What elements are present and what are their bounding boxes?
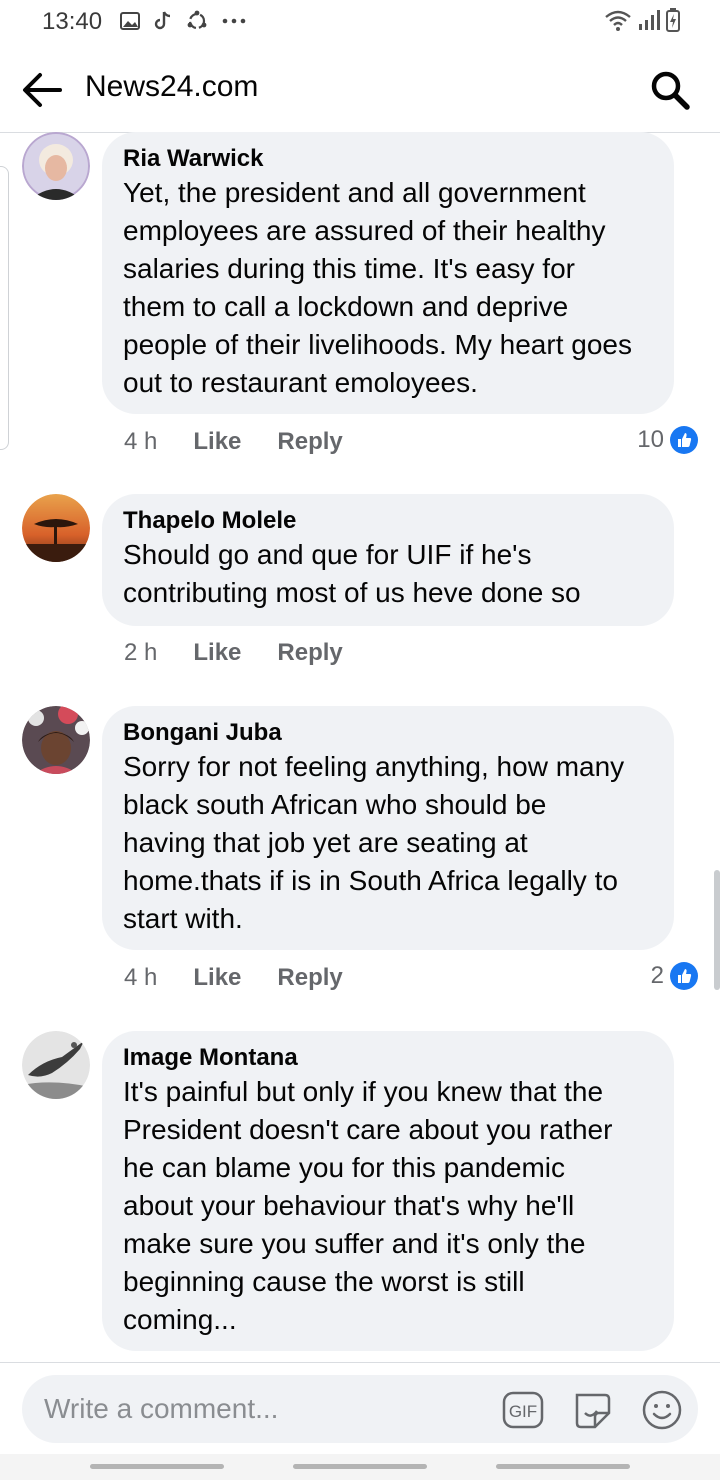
comment-actions: 4 h Like Reply [124, 428, 343, 456]
avatar[interactable] [22, 706, 90, 774]
more-dots-icon [222, 18, 246, 24]
thumbs-up-icon [670, 962, 698, 990]
search-icon[interactable] [648, 68, 692, 112]
nav-home[interactable] [293, 1464, 427, 1469]
avatar[interactable] [22, 132, 90, 200]
reaction-count-value: 10 [637, 426, 664, 453]
comment-bubble[interactable]: Ria Warwick Yet, the president and all g… [102, 132, 674, 414]
gallery-icon [120, 12, 140, 30]
comment-bubble[interactable]: Bongani Juba Sorry for not feeling anyth… [102, 706, 674, 950]
battery-icon [666, 8, 680, 32]
status-bar: 13:40 [0, 0, 720, 44]
system-nav-bar [0, 1454, 720, 1480]
comment-time: 4 h [124, 964, 158, 991]
comment-author[interactable]: Thapelo Molele [123, 506, 654, 536]
comment-input-placeholder: Write a comment... [44, 1393, 279, 1424]
comment-author[interactable]: Bongani Juba [123, 718, 654, 748]
avatar[interactable] [22, 1031, 90, 1099]
comment-text: Yet, the president and all government em… [123, 177, 632, 398]
comment-input[interactable]: Write a comment... GIF [22, 1375, 698, 1443]
sync-icon [187, 10, 207, 30]
signal-icon [639, 10, 660, 30]
gif-icon[interactable]: GIF [502, 1389, 544, 1431]
reaction-count[interactable]: 2 [651, 962, 698, 990]
comment-time: 4 h [124, 428, 158, 455]
reply-button[interactable]: Reply [277, 639, 342, 667]
comment-text: Should go and que for UIF if he's contri… [123, 539, 581, 608]
tiktok-icon [154, 11, 171, 30]
svg-text:GIF: GIF [509, 1402, 537, 1421]
avatar[interactable] [22, 494, 90, 562]
nav-recents[interactable] [90, 1464, 224, 1469]
reaction-count[interactable]: 10 [637, 426, 698, 454]
reply-button[interactable]: Reply [277, 428, 342, 456]
thread-line [0, 166, 9, 450]
comment-author[interactable]: Image Montana [123, 1043, 654, 1073]
sticker-icon[interactable] [571, 1389, 613, 1431]
comment-time: 2 h [124, 639, 158, 666]
comment-bubble[interactable]: Image Montana It's painful but only if y… [102, 1031, 674, 1351]
like-button[interactable]: Like [193, 428, 241, 456]
nav-back[interactable] [496, 1464, 630, 1469]
reply-button[interactable]: Reply [277, 964, 342, 992]
like-button[interactable]: Like [193, 964, 241, 992]
comment-bubble[interactable]: Thapelo Molele Should go and que for UIF… [102, 494, 674, 626]
comment-text: It's painful but only if you knew that t… [123, 1076, 613, 1335]
app-bar: News24.com [0, 48, 720, 133]
comment-author[interactable]: Ria Warwick [123, 144, 654, 174]
comment-actions: 4 h Like Reply [124, 964, 343, 992]
status-time: 13:40 [42, 8, 103, 35]
arrow-left-icon[interactable] [20, 70, 64, 110]
comment-actions: 2 h Like Reply [124, 639, 343, 667]
like-button[interactable]: Like [193, 639, 241, 667]
emoji-icon[interactable] [641, 1389, 683, 1431]
scrollbar[interactable] [714, 870, 720, 990]
page-title: News24.com [85, 70, 259, 103]
thumbs-up-icon [670, 426, 698, 454]
wifi-icon [605, 10, 631, 31]
comment-text: Sorry for not feeling anything, how many… [123, 751, 625, 934]
reaction-count-value: 2 [650, 962, 664, 989]
